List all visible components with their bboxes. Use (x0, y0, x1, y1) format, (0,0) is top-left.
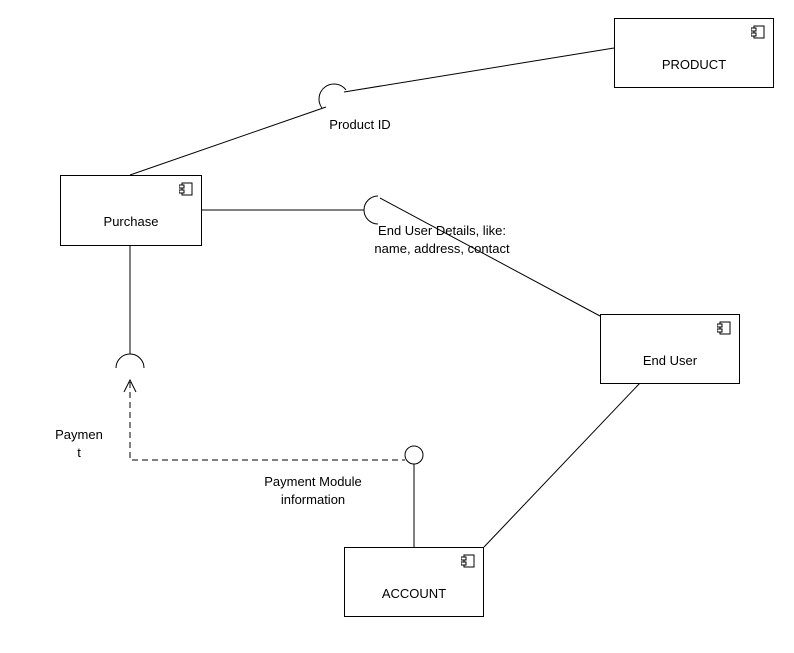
component-icon (461, 554, 475, 568)
uml-component-diagram: PRODUCT Purchase End User ACCOUNT (0, 0, 794, 653)
component-product: PRODUCT (614, 18, 774, 88)
label-payment: Paymen t (44, 426, 114, 461)
component-purchase: Purchase (60, 175, 202, 246)
component-account: ACCOUNT (344, 547, 484, 617)
component-end-user-label: End User (601, 353, 739, 368)
component-account-label: ACCOUNT (345, 586, 483, 601)
label-end-user-details: End User Details, like: name, address, c… (342, 222, 542, 257)
label-payment-module: Payment Module information (228, 473, 398, 508)
component-product-label: PRODUCT (615, 57, 773, 72)
component-purchase-label: Purchase (61, 214, 201, 229)
component-end-user: End User (600, 314, 740, 384)
component-icon (751, 25, 765, 39)
component-icon (717, 321, 731, 335)
label-product-id: Product ID (300, 116, 420, 134)
component-icon (179, 182, 193, 196)
